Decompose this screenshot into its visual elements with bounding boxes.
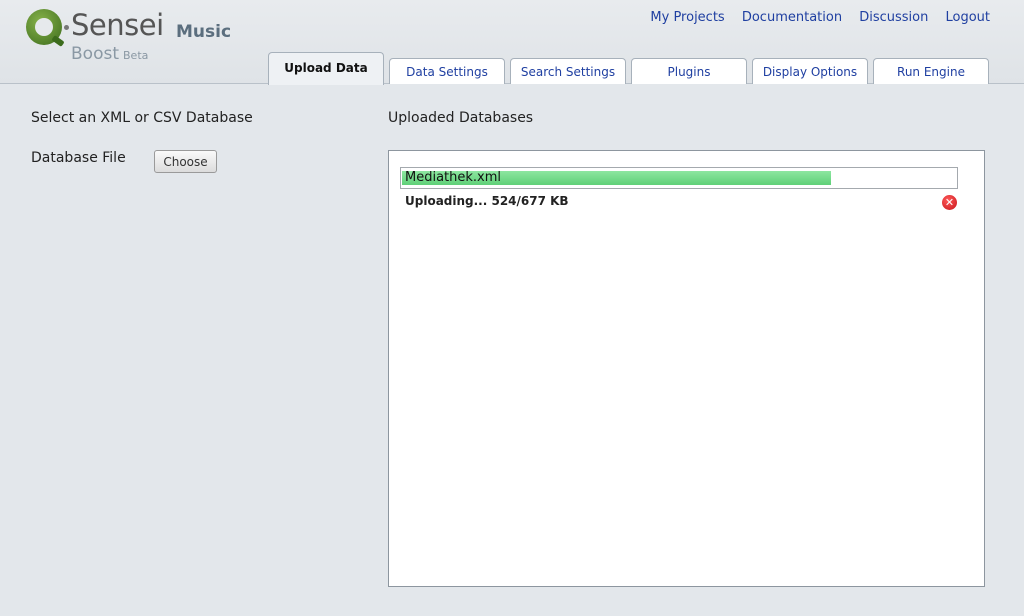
select-database-heading: Select an XML or CSV Database — [31, 110, 253, 126]
database-file-label: Database File — [31, 150, 126, 166]
logo-name: Sensei — [71, 8, 164, 42]
discussion-link[interactable]: Discussion — [859, 10, 928, 25]
tab-search-settings[interactable]: Search Settings — [510, 58, 626, 84]
cancel-upload-icon[interactable]: ✕ — [942, 195, 957, 210]
upload-status-text: Uploading... 524/677 KB — [405, 194, 569, 208]
tab-data-settings[interactable]: Data Settings — [389, 58, 505, 84]
tab-plugins[interactable]: Plugins — [631, 58, 747, 84]
tab-upload-data[interactable]: Upload Data — [268, 52, 384, 85]
my-projects-link[interactable]: My Projects — [650, 10, 724, 25]
product-name: Music — [176, 22, 232, 42]
tab-display-options[interactable]: Display Options — [752, 58, 868, 84]
top-links: My Projects Documentation Discussion Log… — [637, 10, 990, 25]
q-logo-icon — [26, 9, 65, 47]
tab-run-engine[interactable]: Run Engine — [873, 58, 989, 84]
upload-file-name: Mediathek.xml — [405, 170, 502, 185]
logout-link[interactable]: Logout — [945, 10, 990, 25]
uploaded-databases-heading: Uploaded Databases — [388, 110, 534, 126]
logo-beta: Beta — [123, 49, 149, 62]
choose-file-button[interactable]: Choose — [154, 150, 217, 173]
logo-sub: Boost — [71, 44, 119, 64]
uploaded-databases-list: Mediathek.xml Uploading... 524/677 KB ✕ — [388, 150, 985, 587]
upload-progress-bar: Mediathek.xml — [400, 167, 958, 189]
documentation-link[interactable]: Documentation — [742, 10, 842, 25]
